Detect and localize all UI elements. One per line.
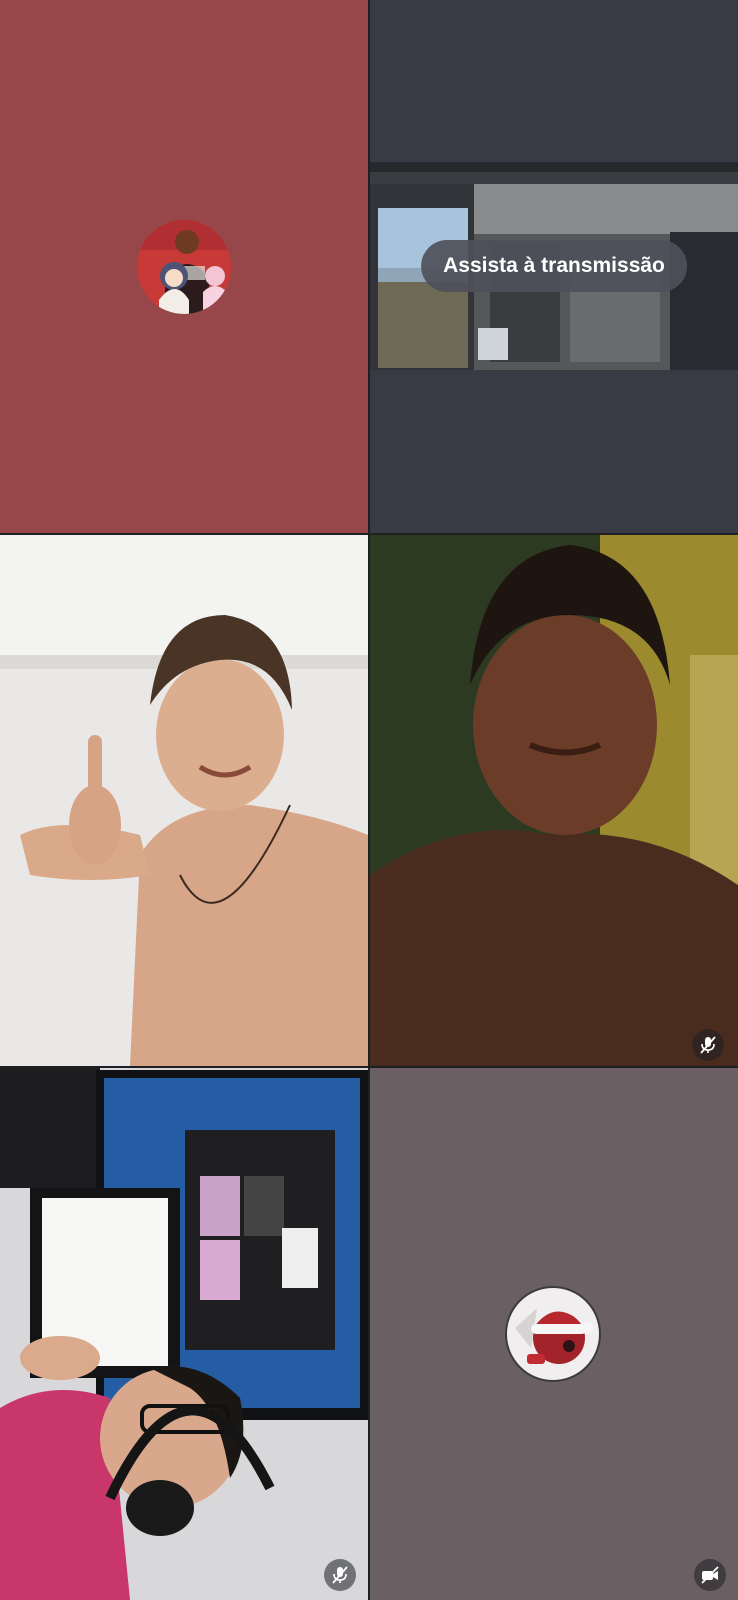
participant-tile-1[interactable] bbox=[0, 0, 368, 533]
participant-avatar bbox=[505, 1286, 601, 1382]
participant-video-tile-4[interactable] bbox=[370, 535, 738, 1066]
mic-off-icon bbox=[692, 1029, 724, 1061]
participant-tile-6[interactable] bbox=[370, 1068, 738, 1600]
participant-avatar bbox=[137, 220, 231, 314]
camera-feed bbox=[370, 535, 738, 1066]
participant-video-tile-3[interactable] bbox=[0, 535, 368, 1066]
camera-feed bbox=[0, 535, 368, 1066]
screen-share-tile[interactable]: Assista à transmissão bbox=[370, 0, 738, 533]
camera-feed bbox=[0, 1068, 368, 1600]
participant-video-tile-5[interactable] bbox=[0, 1068, 368, 1600]
watch-stream-button[interactable]: Assista à transmissão bbox=[421, 240, 687, 292]
stream-preview: Assista à transmissão bbox=[370, 162, 738, 370]
mic-off-icon bbox=[324, 1559, 356, 1591]
video-off-icon bbox=[694, 1559, 726, 1591]
